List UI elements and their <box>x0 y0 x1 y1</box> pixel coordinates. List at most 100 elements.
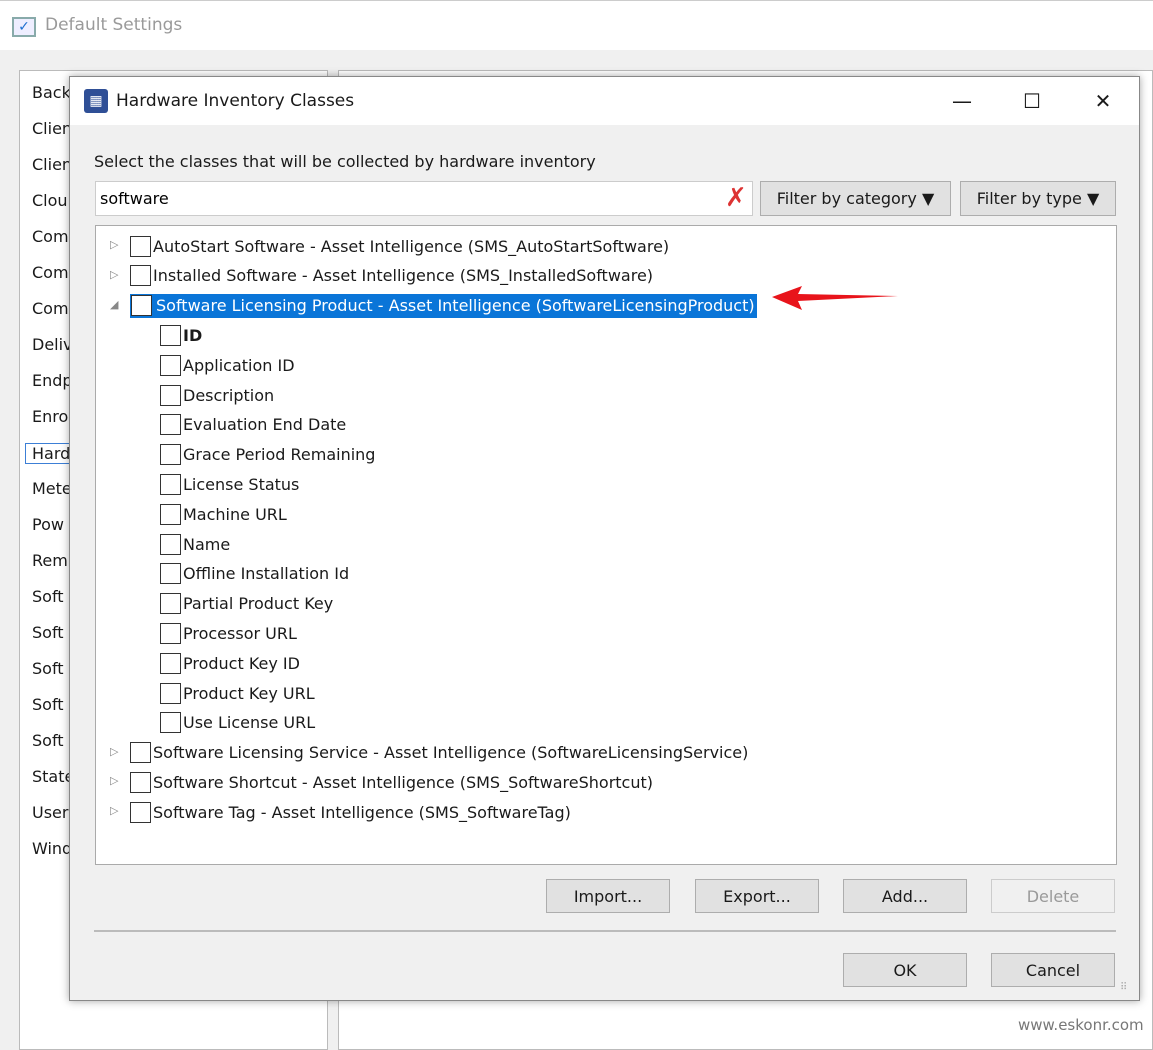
checkbox[interactable] <box>160 682 181 704</box>
class-tree[interactable]: ▷ AutoStart Software - Asset Intelligence… <box>95 225 1117 865</box>
maximize-button[interactable]: ☐ <box>1007 85 1057 117</box>
tree-class-item[interactable]: Software Shortcut - Asset Intelligence (… <box>130 770 653 794</box>
checkbox[interactable] <box>130 742 151 764</box>
tree-class-item[interactable]: Software Licensing Service - Asset Intel… <box>130 741 748 765</box>
checkbox[interactable] <box>160 414 181 436</box>
filter-by-category-dropdown[interactable]: Filter by category ▼ <box>760 181 951 216</box>
clear-search-icon[interactable]: ✗ <box>725 183 747 213</box>
inventory-app-icon: ▦ <box>84 89 108 113</box>
divider <box>94 930 1116 932</box>
expand-arrow-icon[interactable]: ▷ <box>110 774 124 787</box>
tree-class-item[interactable]: Software Licensing Product - Asset Intel… <box>130 293 757 318</box>
close-button[interactable]: ✕ <box>1078 85 1128 117</box>
sidebar-item[interactable]: Mete <box>32 479 72 498</box>
checkbox[interactable] <box>160 444 181 466</box>
minimize-button[interactable]: — <box>937 85 987 117</box>
checkbox[interactable] <box>160 563 181 585</box>
ok-button[interactable]: OK <box>843 953 967 987</box>
tree-item-label: Software Licensing Product - Asset Intel… <box>154 295 757 317</box>
tree-property-item[interactable]: Processor URL <box>160 621 297 645</box>
chevron-down-icon: ▼ <box>1086 189 1100 208</box>
search-input[interactable] <box>95 181 753 216</box>
filter-type-label: Filter by type <box>976 189 1082 208</box>
checkbox[interactable] <box>130 265 151 287</box>
checkbox[interactable] <box>160 384 181 406</box>
sidebar-item[interactable]: Enro <box>32 407 68 426</box>
sidebar-item[interactable]: Com <box>32 299 69 318</box>
tree-item-label: Description <box>183 385 275 405</box>
expand-arrow-icon[interactable]: ▷ <box>110 745 124 758</box>
sidebar-item[interactable]: User <box>32 803 68 822</box>
checkbox[interactable] <box>160 324 181 346</box>
tree-property-item[interactable]: Use License URL <box>160 711 315 735</box>
cancel-button[interactable]: Cancel <box>991 953 1115 987</box>
tree-item-label: Grace Period Remaining <box>183 445 376 465</box>
tree-class-item[interactable]: Installed Software - Asset Intelligence … <box>130 264 653 288</box>
filter-by-type-dropdown[interactable]: Filter by type ▼ <box>960 181 1116 216</box>
tree-property-item[interactable]: Offline Installation Id <box>160 562 349 586</box>
sidebar-item[interactable]: Rem <box>32 551 68 570</box>
tree-property-item[interactable]: Partial Product Key <box>160 592 333 616</box>
tree-property-item[interactable]: Application ID <box>160 353 295 377</box>
tree-property-item[interactable]: Grace Period Remaining <box>160 443 375 467</box>
tree-property-item[interactable]: Evaluation End Date <box>160 413 346 437</box>
tree-property-item[interactable]: Machine URL <box>160 502 287 526</box>
tree-property-item[interactable]: Product Key ID <box>160 651 300 675</box>
sidebar-item[interactable]: Soft <box>32 731 64 750</box>
sidebar-item[interactable]: Back <box>32 83 71 102</box>
sidebar-item[interactable]: State <box>32 767 74 786</box>
delete-button[interactable]: Delete <box>991 879 1115 913</box>
checkbox[interactable] <box>130 771 151 793</box>
hardware-inventory-dialog: ▦ Hardware Inventory Classes — ☐ ✕ Selec… <box>69 76 1140 1001</box>
export-button[interactable]: Export... <box>695 879 819 913</box>
tree-item-label: Installed Software - Asset Intelligence … <box>153 266 654 286</box>
sidebar-item[interactable]: Clou <box>32 191 68 210</box>
checkbox[interactable] <box>130 235 151 257</box>
sidebar-item[interactable]: Clien <box>32 155 72 174</box>
tree-property-item[interactable]: Product Key URL <box>160 681 315 705</box>
sidebar-item[interactable]: Soft <box>32 587 64 606</box>
checkbox[interactable] <box>131 295 152 317</box>
outer-window-title: Default Settings <box>45 15 183 35</box>
expand-arrow-icon[interactable]: ▷ <box>110 268 124 281</box>
tree-class-item[interactable]: AutoStart Software - Asset Intelligence … <box>130 234 669 258</box>
checkbox[interactable] <box>160 354 181 376</box>
checkbox[interactable] <box>130 801 151 823</box>
checkbox[interactable] <box>160 593 181 615</box>
sidebar-item[interactable]: Clien <box>32 119 72 138</box>
checkbox[interactable] <box>160 503 181 525</box>
tree-class-item[interactable]: Software Tag - Asset Intelligence (SMS_S… <box>130 800 571 824</box>
tree-property-item[interactable]: ID <box>160 323 202 347</box>
resize-grip-icon[interactable]: ⠿ <box>1120 982 1127 993</box>
sidebar-item[interactable]: Endp <box>32 371 73 390</box>
tree-property-item[interactable]: Name <box>160 532 230 556</box>
filter-category-label: Filter by category <box>776 189 917 208</box>
sidebar-item[interactable]: Soft <box>32 623 64 642</box>
tree-property-item[interactable]: Description <box>160 383 274 407</box>
expand-arrow-icon[interactable]: ▷ <box>110 804 124 817</box>
sidebar-item[interactable]: Com <box>32 263 69 282</box>
checkbox[interactable] <box>160 473 181 495</box>
tree-item-label: Software Licensing Service - Asset Intel… <box>153 743 749 763</box>
sidebar-item[interactable]: Com <box>32 227 69 246</box>
chevron-down-icon: ▼ <box>921 189 935 208</box>
sidebar-item[interactable]: Soft <box>32 695 64 714</box>
checkbox[interactable] <box>160 622 181 644</box>
add-button[interactable]: Add... <box>843 879 967 913</box>
import-button[interactable]: Import... <box>546 879 670 913</box>
checkbox[interactable] <box>160 533 181 555</box>
watermark: www.eskonr.com <box>1018 1016 1144 1034</box>
checkbox[interactable] <box>160 712 181 734</box>
sidebar-item[interactable]: Pow <box>32 515 64 534</box>
sidebar-item[interactable]: Soft <box>32 659 64 678</box>
tree-item-label: AutoStart Software - Asset Intelligence … <box>153 236 670 256</box>
checkbox[interactable] <box>160 652 181 674</box>
tree-item-label: Use License URL <box>183 713 316 733</box>
sidebar-item[interactable]: Deliv <box>32 335 73 354</box>
sidebar-item[interactable]: Wind <box>32 839 72 858</box>
tree-item-label: Processor URL <box>183 623 297 643</box>
collapse-arrow-icon[interactable]: ◢ <box>110 298 124 311</box>
dialog-title-bar: ▦ Hardware Inventory Classes — ☐ ✕ <box>70 77 1139 125</box>
expand-arrow-icon[interactable]: ▷ <box>110 238 124 251</box>
tree-property-item[interactable]: License Status <box>160 472 299 496</box>
